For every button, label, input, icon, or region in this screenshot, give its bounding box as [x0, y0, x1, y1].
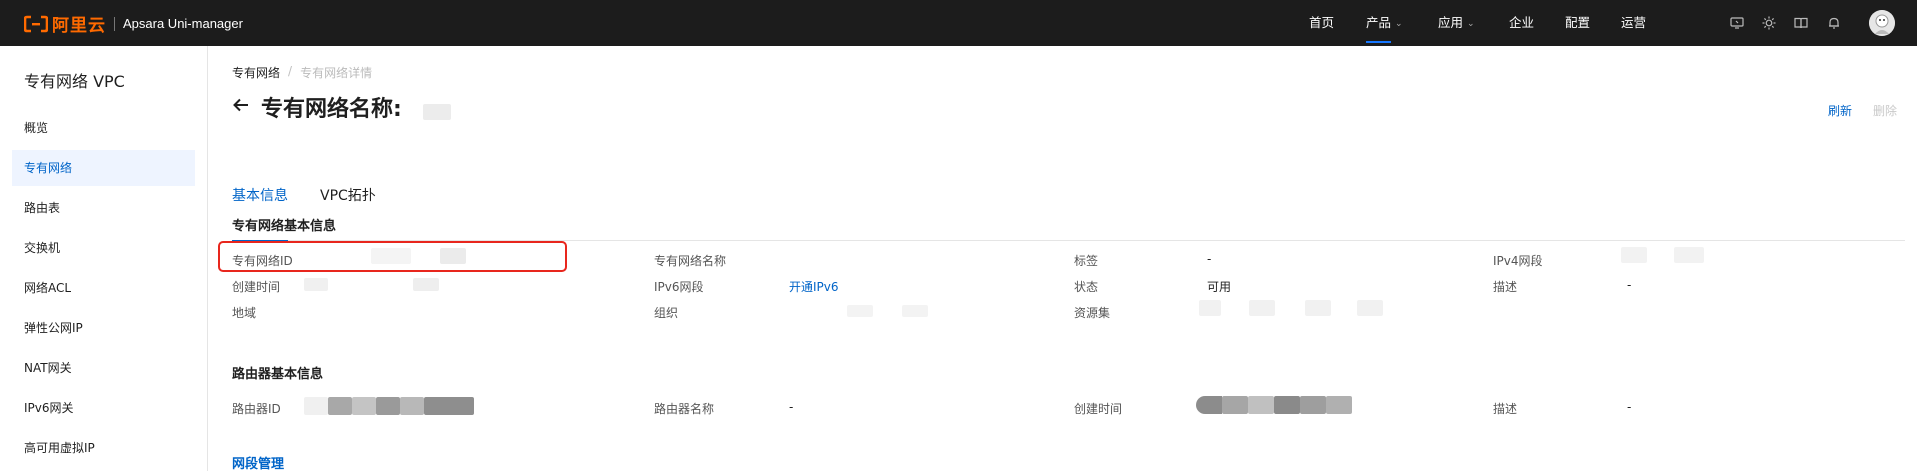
- router-description-label: 描述: [1493, 402, 1518, 416]
- status-value: 可用: [1207, 280, 1232, 294]
- sidebar-item-route-table[interactable]: 路由表: [12, 190, 195, 226]
- product-name: Apsara Uni-manager: [123, 16, 243, 31]
- router-id-label: 路由器ID: [232, 402, 281, 416]
- topnav-products[interactable]: 产品 ⌄: [1366, 0, 1403, 46]
- topnav-enterprise[interactable]: 企业: [1509, 0, 1534, 46]
- sidebar-title: 专有网络 VPC: [24, 72, 125, 91]
- description-value: -: [1627, 278, 1632, 292]
- resource-set-label: 资源集: [1074, 306, 1111, 320]
- router-id-redacted: [304, 397, 328, 415]
- router-created-time-redacted: [1300, 396, 1326, 414]
- docs-book-icon[interactable]: [1792, 14, 1810, 32]
- tags-value: -: [1207, 252, 1212, 266]
- topnav-home[interactable]: 首页: [1309, 0, 1334, 46]
- organization-label: 组织: [654, 306, 679, 320]
- created-time-redacted: [304, 278, 328, 291]
- breadcrumb-vpc-link[interactable]: 专有网络: [232, 64, 280, 81]
- router-created-time-redacted: [1196, 396, 1222, 414]
- ipv6-cidr-label: IPv6网段: [654, 280, 704, 294]
- aliyun-logo-icon: [24, 14, 48, 34]
- resource-set-redacted: [1199, 300, 1221, 316]
- status-label: 状态: [1074, 280, 1099, 294]
- topnav-apps-label: 应用: [1438, 15, 1464, 30]
- topnav-operations[interactable]: 运营: [1621, 0, 1646, 46]
- router-created-time-redacted: [1248, 396, 1274, 414]
- description-label: 描述: [1493, 280, 1518, 294]
- router-name-label: 路由器名称: [654, 402, 715, 416]
- vpc-id-highlight-box: [218, 241, 567, 272]
- vpc-name-redacted: [423, 104, 451, 120]
- router-id-redacted: [352, 397, 376, 415]
- router-created-time-redacted: [1326, 396, 1352, 414]
- logo-text: 阿里云: [52, 16, 106, 36]
- router-id-redacted: [424, 397, 474, 415]
- ipv4-cidr-redacted: [1621, 247, 1647, 263]
- sidebar-item-vswitch[interactable]: 交换机: [12, 230, 195, 266]
- delete-button[interactable]: 删除: [1873, 102, 1897, 119]
- refresh-button[interactable]: 刷新: [1828, 102, 1852, 119]
- resource-set-redacted: [1249, 300, 1275, 316]
- organization-redacted: [847, 305, 873, 317]
- topnav-apps[interactable]: 应用 ⌄: [1438, 0, 1475, 46]
- region-label: 地域: [232, 306, 257, 320]
- router-id-redacted: [376, 397, 400, 415]
- sidebar-item-vpc[interactable]: 专有网络: [12, 150, 195, 186]
- router-id-redacted: [328, 397, 352, 415]
- user-avatar[interactable]: [1869, 10, 1895, 36]
- sidebar-item-ipv6-gateway[interactable]: IPv6网关: [12, 390, 195, 426]
- sidebar-item-eip[interactable]: 弹性公网IP: [12, 310, 195, 346]
- sidebar-item-nat-gateway[interactable]: NAT网关: [12, 350, 195, 386]
- top-navigation-bar: 阿里云 Apsara Uni-manager 首页 产品 ⌄ 应用 ⌄ 企业 配置 …: [0, 0, 1917, 46]
- breadcrumb-current: 专有网络详情: [300, 66, 373, 80]
- router-created-time-redacted: [1222, 396, 1248, 414]
- theme-sun-icon[interactable]: [1760, 14, 1778, 32]
- resource-set-redacted: [1305, 300, 1331, 316]
- sidebar-item-network-acl[interactable]: 网络ACL: [12, 270, 195, 306]
- back-arrow-icon[interactable]: [232, 96, 250, 114]
- breadcrumb: 专有网络 / 专有网络详情: [232, 64, 372, 81]
- created-time-label: 创建时间: [232, 280, 281, 294]
- aliyun-logo[interactable]: 阿里云 Apsara Uni-manager: [24, 11, 243, 36]
- router-info-section-title: 路由器基本信息: [232, 367, 324, 382]
- sidebar-item-overview[interactable]: 概览: [12, 110, 195, 146]
- topnav-products-label: 产品: [1366, 15, 1392, 30]
- sidebar-item-havip[interactable]: 高可用虚拟IP: [12, 430, 195, 466]
- chevron-down-icon: ⌄: [1395, 19, 1403, 29]
- help-monitor-icon[interactable]: [1728, 14, 1746, 32]
- logo-divider: [114, 16, 115, 31]
- router-created-time-label: 创建时间: [1074, 402, 1123, 416]
- tags-label: 标签: [1074, 254, 1099, 268]
- router-name-value: -: [789, 400, 794, 414]
- ipv4-cidr-redacted: [1674, 247, 1704, 263]
- chevron-down-icon: ⌄: [1467, 19, 1475, 29]
- vpc-name-label: 专有网络名称: [654, 254, 727, 268]
- detail-tabs: 基本信息 VPC拓扑: [232, 166, 1905, 242]
- breadcrumb-separator: /: [288, 64, 293, 78]
- vpc-info-section-title: 专有网络基本信息: [232, 219, 337, 234]
- router-description-value: -: [1627, 400, 1632, 414]
- sidebar: 专有网络 VPC 概览 专有网络 路由表 交换机 网络ACL 弹性公网IP NA…: [0, 46, 208, 471]
- resource-set-redacted: [1357, 300, 1383, 316]
- created-time-redacted: [413, 278, 439, 291]
- segment-management-title[interactable]: 网段管理: [232, 453, 284, 471]
- enable-ipv6-link[interactable]: 开通IPv6: [789, 278, 839, 295]
- router-created-time-redacted: [1274, 396, 1300, 414]
- topnav-config[interactable]: 配置: [1565, 0, 1590, 46]
- router-id-redacted: [400, 397, 424, 415]
- page-title: 专有网络名称:: [261, 97, 402, 122]
- ipv4-cidr-label: IPv4网段: [1493, 254, 1543, 268]
- notification-bell-icon[interactable]: [1825, 14, 1843, 32]
- organization-redacted: [902, 305, 928, 317]
